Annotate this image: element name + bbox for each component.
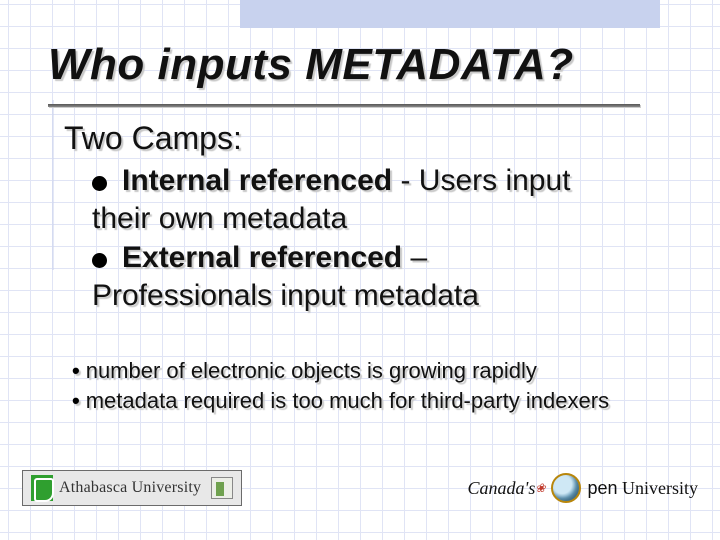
body-content: Internal referenced - Users input their …: [92, 162, 676, 316]
slide-title: Who inputs METADATA?: [48, 40, 574, 90]
bullet-rest: Users input: [419, 164, 571, 197]
bullet-sep: –: [402, 241, 427, 274]
cou-left-text: Canada's❀: [468, 478, 546, 499]
top-accent-bar: [240, 0, 660, 28]
maple-leaf-icon: ❀: [535, 481, 545, 495]
sub-heading: Two Camps:: [64, 120, 242, 157]
sub-bullet-text: number of electronic objects is growing …: [86, 358, 537, 383]
bullet-item: External referenced –: [92, 239, 676, 277]
cou-right-text: pen University: [587, 478, 698, 499]
bullet-sep: -: [392, 164, 419, 197]
sub-bullet-dot-icon: •: [72, 388, 80, 413]
title-underline: [48, 104, 640, 107]
vertical-accent-line: [52, 100, 54, 270]
canada-open-university-logo: Canada's❀ pen University: [468, 473, 698, 503]
bullet-dot-icon: [92, 253, 107, 268]
bullet-bold: External referenced: [122, 241, 402, 274]
globe-icon: [551, 473, 581, 503]
sub-bullet: •number of electronic objects is growing…: [72, 356, 672, 386]
bullet-bold: Internal referenced: [122, 164, 392, 197]
bullet-continuation: Professionals input metadata: [92, 277, 676, 315]
sub-bullet-dot-icon: •: [72, 358, 80, 383]
bullet-dot-icon: [92, 176, 107, 191]
athabasca-crest-icon: [31, 475, 53, 501]
bullet-item: Internal referenced - Users input: [92, 162, 676, 200]
athabasca-square-icon: [211, 477, 233, 499]
sub-bullet: •metadata required is too much for third…: [72, 386, 672, 416]
footer: Athabasca University Canada's❀ pen Unive…: [22, 466, 698, 510]
athabasca-text: Athabasca University: [59, 479, 201, 497]
bullet-continuation: their own metadata: [92, 200, 676, 238]
athabasca-logo: Athabasca University: [22, 470, 242, 506]
sub-bullet-text: metadata required is too much for third-…: [86, 388, 609, 413]
